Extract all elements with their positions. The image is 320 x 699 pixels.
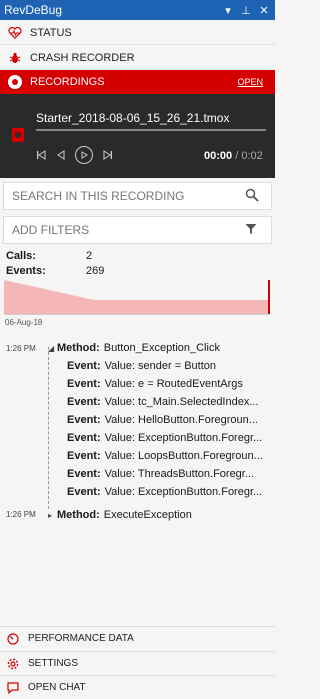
- method-name: Button_Exception_Click: [103, 342, 220, 354]
- search-placeholder: SEARCH IN THIS RECORDING: [12, 189, 185, 203]
- add-filters-input[interactable]: ADD FILTERS: [3, 216, 272, 244]
- nav-recordings-label: RECORDINGS: [30, 76, 105, 88]
- event-kind: Event:: [67, 414, 101, 426]
- event-kind: Event:: [67, 360, 101, 372]
- gauge-icon: [6, 632, 20, 646]
- event-row[interactable]: Event: Value: e = RoutedEventArgs: [67, 378, 272, 390]
- recording-file-icon: [12, 128, 24, 142]
- window-title: RevDeBug: [4, 3, 63, 17]
- event-kind: Event:: [67, 378, 101, 390]
- event-row[interactable]: Event: Value: LoopsButton.Foregroun...: [67, 450, 272, 462]
- step-back-icon[interactable]: [56, 150, 65, 160]
- events-timeline[interactable]: [4, 280, 270, 314]
- recording-stats: Calls: 2 Events: 269: [6, 248, 104, 278]
- nav-recordings[interactable]: RECORDINGS OPEN: [0, 70, 275, 94]
- event-row[interactable]: Event: Value: ExceptionButton.Foregr...: [67, 486, 272, 498]
- collapse-icon[interactable]: ◢: [48, 344, 54, 353]
- chat-label: OPEN CHAT: [28, 682, 86, 693]
- tree-connector: [48, 347, 49, 509]
- nav-performance-data[interactable]: PERFORMANCE DATA: [0, 626, 275, 650]
- event-row[interactable]: Event: Value: HelloButton.Foregroun...: [67, 414, 272, 426]
- log-time: 1:26 PM: [6, 510, 36, 519]
- nav-open-chat[interactable]: OPEN CHAT: [0, 675, 275, 699]
- filter-icon[interactable]: [245, 223, 265, 238]
- chat-icon: [6, 681, 20, 695]
- search-input[interactable]: SEARCH IN THIS RECORDING: [3, 182, 272, 210]
- heartbeat-icon: [8, 26, 22, 40]
- pin-icon[interactable]: ⊥: [239, 4, 253, 17]
- calls-value: 2: [86, 249, 93, 262]
- nav-status[interactable]: STATUS: [0, 21, 275, 45]
- search-icon[interactable]: [245, 188, 265, 205]
- filters-label: ADD FILTERS: [12, 223, 90, 237]
- event-text: Value: ThreadsButton.Foregr...: [104, 468, 255, 480]
- event-text: Value: tc_Main.SelectedIndex...: [104, 396, 259, 408]
- calls-label: Calls:: [6, 249, 36, 262]
- gear-icon: [6, 657, 20, 671]
- event-row[interactable]: Event: Value: ExceptionButton.Foregr...: [67, 432, 272, 444]
- event-text: Value: sender = Button: [104, 360, 217, 372]
- event-kind: Event:: [67, 396, 101, 408]
- close-icon[interactable]: ✕: [257, 4, 271, 17]
- event-kind: Event:: [67, 450, 101, 462]
- duration-time: / 0:02: [235, 150, 263, 162]
- skip-forward-icon[interactable]: [103, 150, 113, 160]
- events-label: Events:: [6, 264, 46, 277]
- recording-filename: Starter_2018-08-06_15_26_21.tmox: [36, 111, 230, 125]
- method-row[interactable]: ◢ Method: Button_Exception_Click: [48, 342, 220, 354]
- skip-back-icon[interactable]: [36, 150, 46, 160]
- window-titlebar: RevDeBug ▾ ⊥ ✕: [0, 0, 275, 20]
- event-row[interactable]: Event: Value: tc_Main.SelectedIndex...: [67, 396, 272, 408]
- event-text: Value: HelloButton.Foregroun...: [104, 414, 258, 426]
- recording-player: Starter_2018-08-06_15_26_21.tmox 00:00 /…: [0, 94, 275, 178]
- current-time: 00:00: [204, 150, 233, 162]
- playback-time: 00:00 / 0:02: [204, 150, 263, 162]
- event-kind: Event:: [67, 486, 101, 498]
- nav-crash-label: CRASH RECORDER: [30, 51, 135, 64]
- event-row[interactable]: Event: Value: sender = Button: [67, 360, 272, 372]
- timeline-cursor: [268, 280, 270, 314]
- bug-icon: [8, 51, 22, 65]
- event-text: Value: LoopsButton.Foregroun...: [104, 450, 263, 462]
- event-row[interactable]: Event: Value: ThreadsButton.Foregr...: [67, 468, 272, 480]
- play-icon[interactable]: [75, 146, 93, 164]
- nav-settings[interactable]: SETTINGS: [0, 651, 275, 675]
- timeline-axis: [4, 314, 270, 315]
- window-menu-icon[interactable]: ▾: [221, 4, 235, 17]
- method-name: ExecuteException: [103, 509, 192, 521]
- timeline-date: 06-Aug-18: [5, 318, 43, 327]
- record-icon: [8, 75, 22, 89]
- log-time: 1:26 PM: [6, 344, 36, 353]
- expand-icon[interactable]: ▸: [48, 511, 54, 520]
- method-row[interactable]: ▸ Method: ExecuteException: [48, 509, 192, 521]
- events-value: 269: [86, 264, 105, 277]
- event-text: Value: e = RoutedEventArgs: [104, 378, 243, 390]
- performance-label: PERFORMANCE DATA: [28, 633, 134, 644]
- event-kind: Event:: [67, 432, 101, 444]
- player-controls: [36, 146, 113, 164]
- settings-label: SETTINGS: [28, 658, 79, 669]
- event-text: Value: ExceptionButton.Foregr...: [104, 486, 263, 498]
- open-link[interactable]: OPEN: [237, 77, 263, 87]
- nav-status-label: STATUS: [30, 26, 72, 39]
- event-text: Value: ExceptionButton.Foregr...: [104, 432, 263, 444]
- method-kind: Method:: [57, 342, 100, 354]
- event-kind: Event:: [67, 468, 101, 480]
- method-kind: Method:: [57, 509, 100, 521]
- progress-bar[interactable]: [36, 129, 266, 131]
- nav-crash-recorder[interactable]: CRASH RECORDER: [0, 46, 275, 70]
